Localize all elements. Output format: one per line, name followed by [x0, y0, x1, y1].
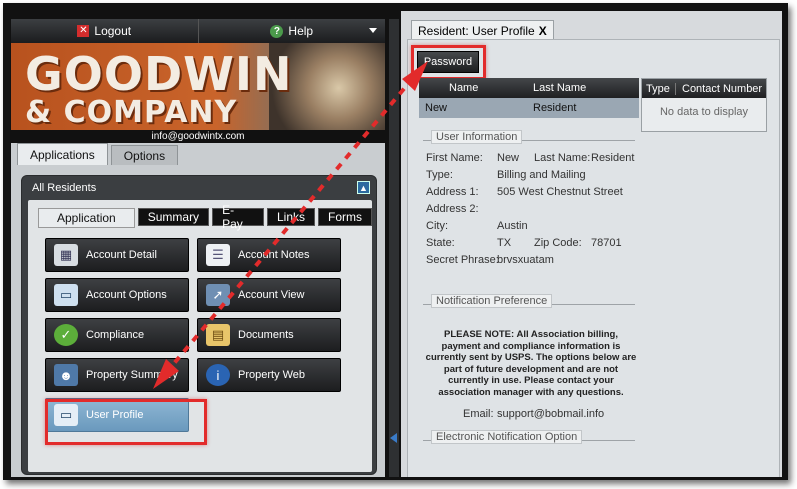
tile-label: Property Web — [238, 369, 306, 381]
calculator-icon: ▦ — [54, 244, 78, 266]
cursor-grid-icon: ➚ — [206, 284, 230, 306]
property-summary-button[interactable]: ☻ Property Summary — [45, 358, 189, 392]
id-card-icon: ▭ — [54, 284, 78, 306]
cell-last-name: Resident — [533, 102, 577, 114]
notification-preference-legend: Notification Preference — [431, 294, 553, 308]
tab-options[interactable]: Options — [110, 145, 179, 165]
info-person-icon: i — [206, 364, 230, 386]
logout-label: Logout — [94, 24, 132, 38]
folder-icon: ▤ — [206, 324, 230, 346]
checkmark-icon: ✓ — [54, 324, 78, 346]
col-type-header[interactable]: Type — [642, 82, 676, 95]
tile-label: Account Detail — [86, 249, 157, 261]
close-tab-icon[interactable]: X — [539, 24, 547, 38]
tab-links[interactable]: Links — [266, 208, 315, 226]
chevron-down-icon — [369, 28, 377, 33]
tile-label: Account View — [238, 289, 305, 301]
address1-label: Address 1: — [426, 186, 479, 198]
screenshot-frame: ✕ Logout ? Help GOODWIN & COMPANY info@g… — [3, 3, 788, 480]
account-notes-button[interactable]: ☰ Account Notes — [197, 238, 341, 272]
cell-name: New — [425, 102, 448, 114]
table-row[interactable]: New Resident — [419, 98, 639, 118]
banner-logo-line2: & COMPANY — [25, 95, 238, 130]
notification-preference-section: Notification Preference — [423, 291, 635, 308]
address1-value: 505 West Chestnut Street — [497, 186, 623, 198]
document-icon: ☰ — [206, 244, 230, 266]
empty-message: No data to display — [659, 106, 749, 118]
type-value: Billing and Mailing — [497, 169, 586, 181]
panel-title: All Residents — [32, 182, 97, 194]
electronic-notification-section: Electronic Notification Option — [423, 427, 635, 444]
tab-label: Resident: User Profile — [418, 23, 535, 38]
city-label: City: — [426, 220, 448, 232]
sub-tabs: Application Summary E-Pay Links Forms — [38, 203, 372, 231]
address2-label: Address 2: — [426, 203, 479, 215]
user-information-section: User Information — [423, 127, 635, 144]
property-web-button[interactable]: i Property Web — [197, 358, 341, 392]
electronic-notification-legend: Electronic Notification Option — [431, 430, 583, 444]
secret-phrase-value: brvsxuatam — [497, 254, 554, 266]
state-label: State: — [426, 237, 455, 249]
user-profile-highlight — [45, 399, 207, 445]
tab-forms[interactable]: Forms — [318, 208, 372, 226]
email-value: support@bobmail.info — [497, 408, 605, 420]
first-name-label: First Name: — [426, 152, 483, 164]
help-label: Help — [288, 24, 314, 38]
zip-label: Zip Code: — [534, 237, 582, 249]
main-tabs: Applications Options — [11, 143, 385, 165]
first-name-value: New — [497, 152, 520, 164]
city-value: Austin — [497, 220, 528, 232]
billing-notice: PLEASE NOTE: All Association billing, pa… — [425, 329, 637, 398]
last-name-value: Resident — [591, 152, 635, 164]
tab-application[interactable]: Application — [38, 208, 135, 228]
left-pane: ✕ Logout ? Help GOODWIN & COMPANY info@g… — [11, 19, 385, 477]
col-contact-number-header[interactable]: Contact Number — [676, 83, 762, 95]
banner-logo-line1: GOODWIN — [25, 47, 293, 101]
contact-grid: Type Contact Number No data to display — [641, 78, 767, 132]
tile-label: Property Summary — [86, 369, 178, 381]
right-pane: Resident: User Profile X Password Name L… — [401, 11, 782, 477]
contact-grid-header: Type Contact Number — [642, 79, 766, 98]
tab-applications[interactable]: Applications — [17, 143, 108, 165]
company-banner: GOODWIN & COMPANY info@goodwintx.com — [11, 43, 385, 143]
logout-button[interactable]: ✕ Logout — [11, 19, 199, 43]
compliance-button[interactable]: ✓ Compliance — [45, 318, 189, 352]
tab-summary[interactable]: Summary — [137, 208, 210, 226]
help-button[interactable]: ? Help — [199, 19, 386, 43]
collapse-icon[interactable]: ▲ — [357, 181, 370, 194]
user-information-legend: User Information — [431, 130, 523, 144]
zip-value: 78701 — [591, 237, 622, 249]
account-view-button[interactable]: ➚ Account View — [197, 278, 341, 312]
collapse-left-arrow-icon[interactable] — [390, 433, 397, 443]
banner-email: info@goodwintx.com — [11, 130, 385, 143]
tile-label: Documents — [238, 329, 294, 341]
tab-e-pay[interactable]: E-Pay — [212, 203, 264, 231]
email-label: Email: — [463, 408, 494, 420]
secret-phrase-label: Secret Phrase: — [426, 254, 499, 266]
account-detail-button[interactable]: ▦ Account Detail — [45, 238, 189, 272]
type-label: Type: — [426, 169, 453, 181]
help-icon: ? — [270, 24, 284, 38]
tile-label: Account Options — [86, 289, 167, 301]
account-options-button[interactable]: ▭ Account Options — [45, 278, 189, 312]
col-name-header[interactable]: Name — [419, 82, 527, 94]
resident-grid-header: Name Last Name — [419, 78, 639, 98]
top-bar: ✕ Logout ? Help — [11, 19, 385, 43]
pane-splitter[interactable] — [389, 19, 399, 477]
tile-label: Account Notes — [238, 249, 310, 261]
tile-label: Compliance — [86, 329, 145, 341]
tab-resident-user-profile[interactable]: Resident: User Profile X — [411, 20, 554, 40]
password-highlight — [411, 45, 486, 80]
state-value: TX — [497, 237, 512, 249]
last-name-label: Last Name: — [534, 152, 591, 164]
logout-x-icon: ✕ — [77, 25, 90, 37]
documents-button[interactable]: ▤ Documents — [197, 318, 341, 352]
col-last-name-header[interactable]: Last Name — [527, 82, 586, 94]
people-icon: ☻ — [54, 364, 78, 386]
